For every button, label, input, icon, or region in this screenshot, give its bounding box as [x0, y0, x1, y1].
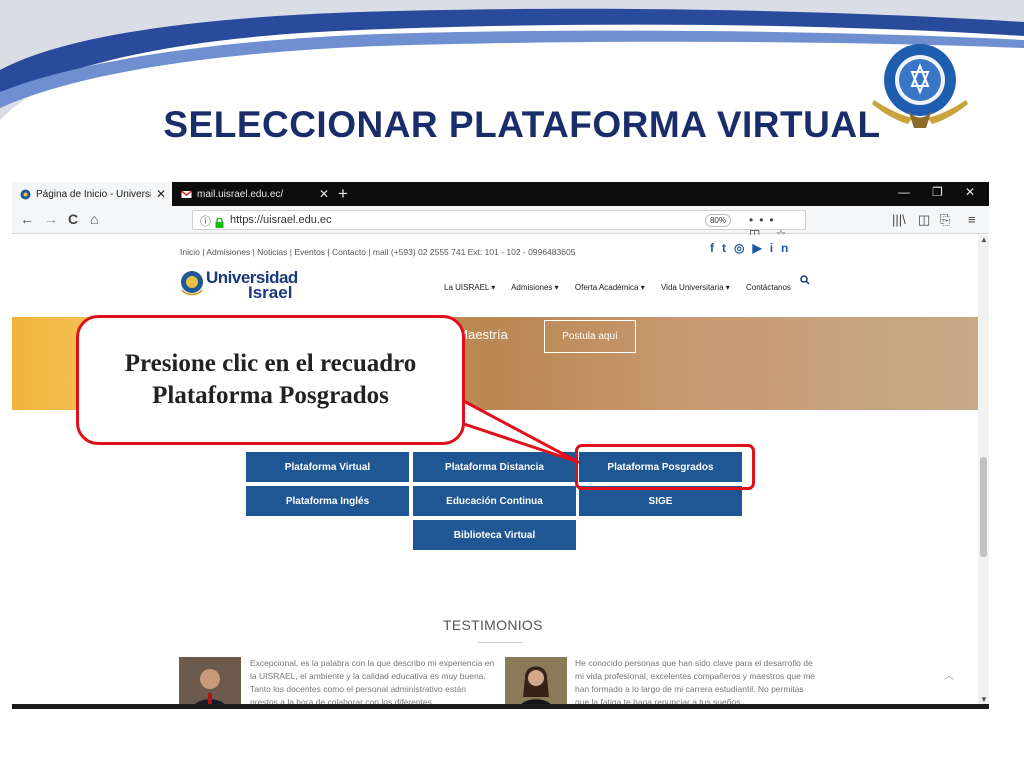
tab-label: Página de Inicio - Universidad I [36, 188, 151, 200]
search-icon[interactable] [800, 275, 810, 288]
tab-strip: Página de Inicio - Universidad I ✕ mail.… [12, 182, 989, 206]
linkedin-icon[interactable]: in [770, 241, 797, 255]
web-page: Inicio | Admisiones | Noticias | Eventos… [12, 235, 978, 708]
menu-item-vida-universitaria[interactable]: Vida Universitaria ▾ [661, 283, 730, 292]
site-logo[interactable]: Universidad Israel [180, 267, 310, 303]
tab-uisrael-home[interactable]: Página de Inicio - Universidad I ✕ [12, 182, 172, 206]
reload-button[interactable]: C [68, 211, 78, 227]
logo-emblem-icon [181, 271, 203, 296]
new-tab-button[interactable]: + [338, 184, 348, 204]
menu-item-contactanos[interactable]: Contáctanos [746, 283, 791, 292]
testimonial-text: Excepcional, es la palabra con la que de… [250, 658, 495, 707]
close-tab-icon[interactable]: ✕ [156, 187, 166, 201]
menu-item-admisiones[interactable]: Admisiones ▾ [511, 283, 559, 292]
sige-button[interactable]: SIGE [579, 486, 742, 516]
close-tab-icon[interactable]: ✕ [319, 187, 329, 201]
main-menu: La UISRAEL ▾ Admisiones ▾ Oferta Académi… [444, 283, 805, 292]
testimonial-text: He conocido personas que han sido clave … [575, 658, 816, 707]
logo-text: Israel [248, 283, 293, 302]
educacion-continua-button[interactable]: Educación Continua [413, 486, 576, 516]
slide: SELECCIONAR PLATAFORMA VIRTUAL Página de… [0, 0, 1024, 768]
highlight-box [575, 444, 755, 490]
url-bar[interactable]: ⓘ https://uisrael.edu.ec 80% ••• ◫ ☆ [192, 210, 806, 241]
avatar [179, 657, 241, 708]
sidebar-icon[interactable]: ◫ [918, 212, 930, 228]
home-button[interactable]: ⌂ [90, 211, 98, 227]
scroll-up-icon[interactable]: ▲ [980, 235, 988, 244]
minimize-button[interactable]: — [898, 185, 910, 199]
forward-button[interactable]: → [44, 211, 58, 227]
scrollbar[interactable]: ▲ ▼ [978, 235, 989, 708]
avatar [505, 657, 567, 708]
biblioteca-virtual-button[interactable]: Biblioteca Virtual [413, 520, 576, 550]
restore-button[interactable]: ❐ [932, 185, 943, 199]
mail-favicon-icon [181, 189, 192, 200]
tab-label: mail.uisrael.edu.ec/ [197, 188, 284, 200]
close-window-button[interactable]: ✕ [965, 185, 975, 199]
browser-window: Página de Inicio - Universidad I ✕ mail.… [12, 182, 989, 708]
instagram-icon[interactable]: ◎ [734, 241, 752, 255]
lock-icon [215, 215, 224, 228]
back-button[interactable]: ← [20, 211, 34, 227]
library-icon[interactable]: |||\ [892, 212, 906, 227]
info-icon[interactable]: ⓘ [200, 213, 211, 229]
top-links[interactable]: Inicio | Admisiones | Noticias | Eventos… [180, 247, 575, 257]
plataforma-distancia-button[interactable]: Plataforma Distancia [413, 452, 576, 482]
url-text: https://uisrael.edu.ec [230, 214, 332, 226]
university-seal-icon [872, 44, 968, 128]
youtube-icon[interactable]: ▶ [752, 241, 769, 255]
scroll-down-icon[interactable]: ▼ [980, 695, 988, 704]
chevron-up-icon[interactable]: ︿ [944, 667, 954, 682]
plataforma-ingles-button[interactable]: Plataforma Inglés [246, 486, 409, 516]
menu-item-la-uisrael[interactable]: La UISRAEL ▾ [444, 283, 495, 292]
navigation-toolbar: ← → C ⌂ ⓘ https://uisrael.edu.ec 80% •••… [12, 206, 989, 241]
divider [478, 642, 523, 643]
facebook-icon[interactable]: f [710, 241, 722, 255]
zoom-indicator[interactable]: 80% [705, 214, 731, 227]
callout-text: Presione clic en el recuadro Plataforma … [124, 349, 417, 410]
taskbar [12, 704, 989, 709]
screenshot-icon[interactable]: ⎘ [940, 212, 950, 228]
tab-mail[interactable]: mail.uisrael.edu.ec/ ✕ [173, 182, 335, 206]
scrollbar-thumb[interactable] [980, 457, 987, 557]
instruction-callout: Presione clic en el recuadro Plataforma … [76, 315, 465, 445]
testimonials-title: TESTIMONIOS [443, 617, 543, 633]
menu-item-oferta-academica[interactable]: Oferta Académica ▾ [575, 283, 645, 292]
plataforma-virtual-button[interactable]: Plataforma Virtual [246, 452, 409, 482]
menu-icon[interactable]: ≡ [968, 212, 976, 227]
uisrael-favicon-icon [20, 189, 31, 200]
twitter-icon[interactable]: t [722, 241, 734, 255]
social-icons: ft◎▶in [710, 241, 796, 255]
postula-button[interactable]: Postula aquí [544, 320, 636, 353]
